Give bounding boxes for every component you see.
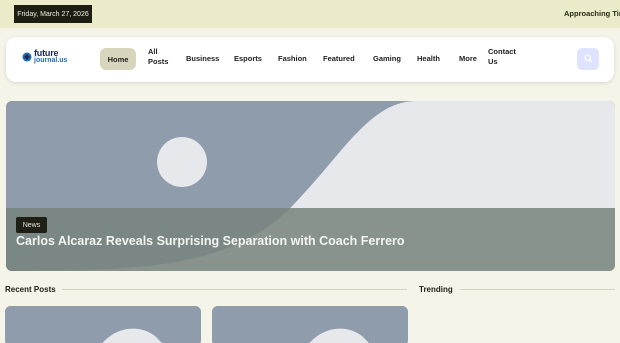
logo-wordmark-top: future <box>34 48 59 58</box>
nav-item-contact-us[interactable]: Contact Us <box>488 47 516 67</box>
section-divider-trending <box>460 289 615 290</box>
nav-item-fashion[interactable]: Fashion <box>278 54 307 64</box>
post-image-placeholder <box>212 306 408 343</box>
search-icon <box>583 50 593 68</box>
nav-item-health[interactable]: Health <box>417 54 440 64</box>
hero-title[interactable]: Carlos Alcaraz Reveals Surprising Separa… <box>16 234 405 248</box>
nav-item-featured[interactable]: Featured <box>323 54 355 64</box>
recent-post-card[interactable] <box>212 306 408 343</box>
hero-featured-post[interactable]: News Carlos Alcaraz Reveals Surprising S… <box>6 101 615 271</box>
logo-wordmark-bottom: journal.us <box>34 57 68 64</box>
top-bar: Friday, March 27, 2026 Approaching Tim <box>0 0 620 28</box>
nav-item-more[interactable]: More <box>459 54 477 64</box>
section-title-trending: Trending <box>419 285 453 294</box>
nav-item-gaming[interactable]: Gaming <box>373 54 401 64</box>
site-logo[interactable]: future journal.us <box>22 48 68 65</box>
nav-item-contact-line2: Us <box>488 57 498 66</box>
category-badge[interactable]: News <box>16 217 47 233</box>
nav-item-esports[interactable]: Esports <box>234 54 262 64</box>
section-divider-recent <box>62 289 407 290</box>
logo-icon <box>22 52 32 62</box>
nav-item-all-posts[interactable]: All Posts <box>148 47 168 67</box>
nav-item-business[interactable]: Business <box>186 54 219 64</box>
nav-item-contact-line1: Contact <box>488 47 516 56</box>
logo-text: future journal.us <box>34 48 68 65</box>
nav-item-all-posts-line2: Posts <box>148 57 169 66</box>
search-button[interactable] <box>577 48 599 70</box>
recent-post-card[interactable] <box>5 306 201 343</box>
section-title-recent-posts: Recent Posts <box>5 285 56 294</box>
date-badge: Friday, March 27, 2026 <box>14 5 92 23</box>
nav-item-all-posts-line1: All <box>148 47 158 56</box>
post-image-placeholder <box>5 306 201 343</box>
nav-item-home[interactable]: Home <box>100 48 136 70</box>
news-ticker[interactable]: Approaching Tim <box>564 9 620 18</box>
main-navbar: future journal.us Home All Posts Busines… <box>6 37 614 82</box>
